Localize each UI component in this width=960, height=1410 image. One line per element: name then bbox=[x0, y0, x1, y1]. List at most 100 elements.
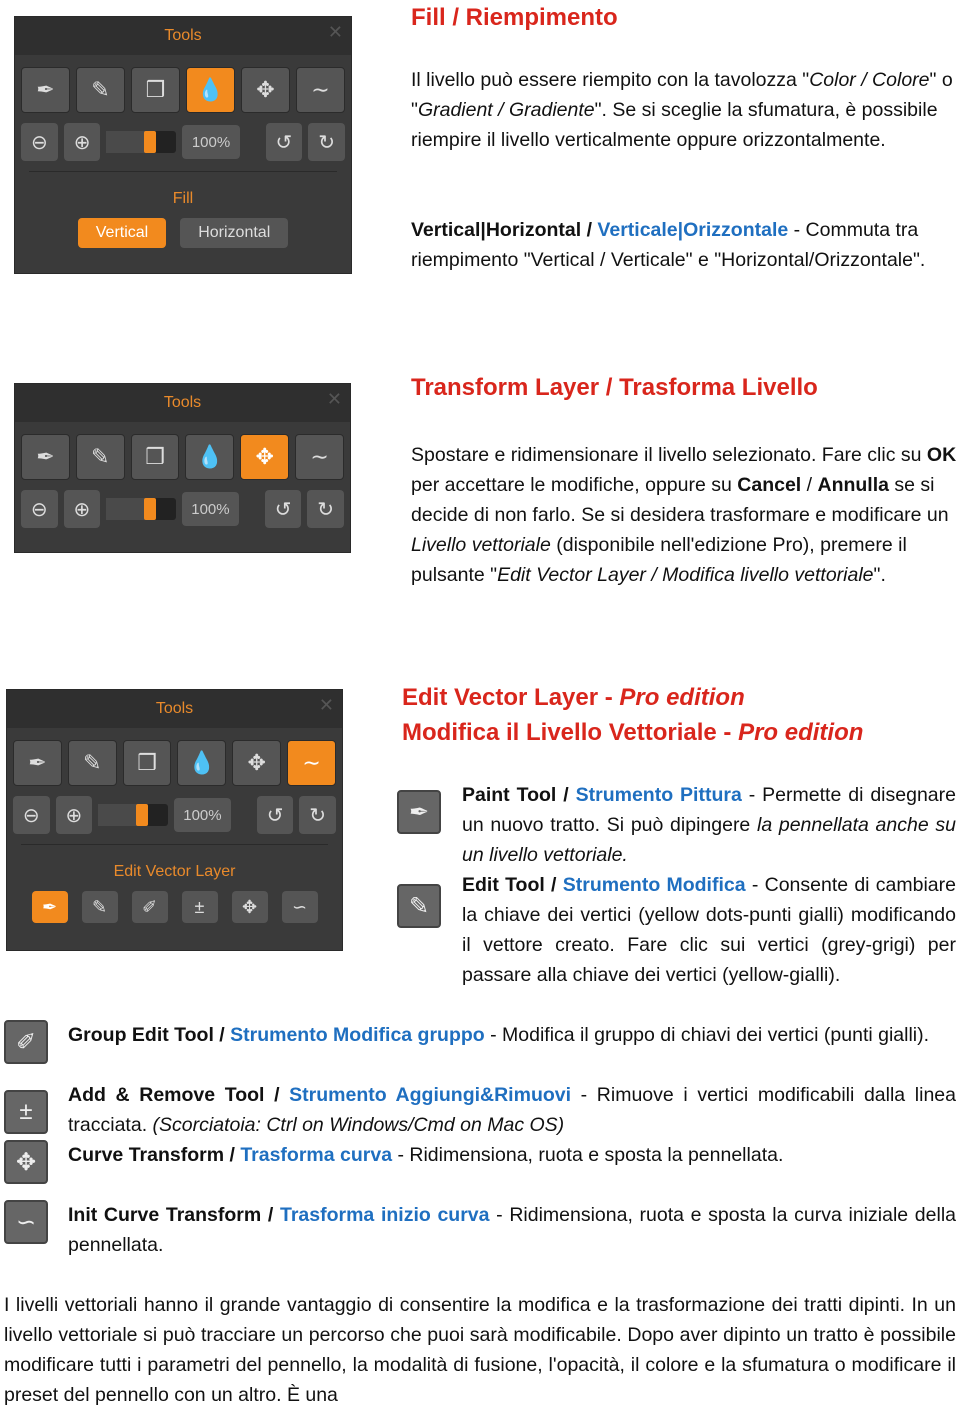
zoom-out-button[interactable]: ⊖ bbox=[13, 796, 50, 834]
horizontal-button[interactable]: Horizontal bbox=[180, 218, 289, 248]
panel-section-title: Fill bbox=[172, 190, 194, 207]
paint-icon: ✒ bbox=[397, 790, 441, 834]
zoom-in-icon: ⊕ bbox=[73, 498, 91, 521]
text-segment: Edit Vector Layer - bbox=[402, 684, 620, 711]
rotate-right-icon: ↻ bbox=[318, 131, 335, 154]
init-curve-button[interactable]: ∽ bbox=[281, 891, 318, 923]
close-icon[interactable]: ✕ bbox=[327, 380, 342, 418]
text-segment: Edit Tool / bbox=[462, 874, 563, 896]
group-edit-button[interactable]: ✐ bbox=[131, 891, 168, 923]
slider-knob[interactable] bbox=[144, 131, 157, 153]
text-segment: Pro edition bbox=[619, 684, 745, 711]
tools-panel-fill: Tools ✕ ✒ ✎ ❒ 💧 ✥ ∼ ⊖ ⊕ 100% ↺ ↻ Fill Vertical Horizont… bbox=[14, 16, 352, 274]
text-segment: Livello vettoriale bbox=[411, 534, 551, 556]
fill-drop-icon: 💧 bbox=[196, 444, 224, 469]
layers-button[interactable]: ❒ bbox=[131, 67, 180, 113]
add-remove-icon: ± bbox=[194, 896, 205, 917]
curve-button[interactable]: ∼ bbox=[287, 740, 336, 786]
rotate-left-button[interactable]: ↺ bbox=[265, 123, 303, 161]
zoom-row: ⊖ ⊕ 100% ↺ ↻ bbox=[15, 123, 351, 161]
text-segment: Pro edition bbox=[738, 719, 864, 746]
rotate-left-button[interactable]: ↺ bbox=[264, 490, 302, 528]
zoom-percent-button[interactable]: 100% bbox=[182, 125, 240, 159]
rotate-right-icon: ↻ bbox=[309, 804, 327, 827]
slider-knob[interactable] bbox=[144, 498, 157, 520]
transform-description: Spostare e ridimensionare il livello sel… bbox=[411, 440, 959, 590]
transform-icon: ✥ bbox=[247, 750, 266, 775]
close-icon[interactable]: ✕ bbox=[328, 13, 343, 51]
text-segment: Strumento Aggiungi&Rimuovi bbox=[289, 1084, 572, 1106]
curve-transform-button[interactable]: ✥ bbox=[231, 891, 268, 923]
rotate-right-button[interactable]: ↻ bbox=[299, 796, 336, 834]
panel-section-row: ✒ ✎ ✐ ± ✥ ∽ bbox=[7, 891, 342, 923]
curve-icon: ∼ bbox=[310, 444, 329, 469]
panel-title: Tools ✕ bbox=[15, 384, 350, 422]
panel-section-row: Vertical Horizontal bbox=[15, 218, 351, 248]
brush-icon: ✒ bbox=[36, 77, 55, 102]
tool-description: Edit Tool / Strumento Modifica - Consent… bbox=[462, 870, 956, 990]
fill-drop-icon: 💧 bbox=[196, 77, 225, 102]
curve-button[interactable]: ∼ bbox=[295, 434, 344, 480]
add-remove-button[interactable]: ± bbox=[181, 891, 218, 923]
edit-pen-button[interactable]: ✎ bbox=[81, 891, 118, 923]
transform-button[interactable]: ✥ bbox=[241, 67, 290, 113]
text-segment: Init Curve Transform / bbox=[68, 1204, 280, 1226]
fill-drop-button[interactable]: 💧 bbox=[186, 67, 235, 113]
text-segment: Il livello può essere riempito con la ta… bbox=[411, 69, 810, 91]
text-segment: - Modifica il gruppo di chiavi dei verti… bbox=[484, 1024, 930, 1046]
rotate-left-button[interactable]: ↺ bbox=[256, 796, 294, 834]
brush-button[interactable]: ✒ bbox=[13, 740, 62, 786]
text-segment: Modifica il Livello Vettoriale - bbox=[402, 719, 739, 746]
zoom-in-icon: ⊕ bbox=[65, 804, 83, 827]
zoom-in-button[interactable]: ⊕ bbox=[63, 123, 101, 161]
text-segment: Trasforma inizio curva bbox=[279, 1204, 490, 1226]
zoom-in-button[interactable]: ⊕ bbox=[55, 796, 93, 834]
transform-icon: ✥ bbox=[256, 77, 275, 102]
close-icon[interactable]: ✕ bbox=[319, 686, 334, 724]
pencil-button[interactable]: ✎ bbox=[75, 434, 125, 480]
rotate-right-button[interactable]: ↻ bbox=[308, 123, 345, 161]
zoom-out-button[interactable]: ⊖ bbox=[21, 490, 58, 528]
layers-button[interactable]: ❒ bbox=[122, 740, 172, 786]
transform-button[interactable]: ✥ bbox=[240, 434, 290, 480]
vertical-button[interactable]: Vertical bbox=[77, 218, 167, 248]
layers-icon: ❒ bbox=[145, 444, 165, 469]
rotate-left-icon: ↺ bbox=[266, 804, 284, 827]
paint-button[interactable]: ✒ bbox=[31, 891, 68, 923]
transform-button[interactable]: ✥ bbox=[232, 740, 282, 786]
slider-knob[interactable] bbox=[136, 804, 149, 826]
fill-drop-button[interactable]: 💧 bbox=[185, 434, 235, 480]
fill-drop-button[interactable]: 💧 bbox=[177, 740, 227, 786]
group-edit-icon: ✐ bbox=[4, 1020, 48, 1064]
zoom-slider[interactable] bbox=[106, 131, 177, 153]
slider-fill bbox=[106, 498, 149, 520]
text-segment: Curve Transform / bbox=[68, 1144, 241, 1166]
transform-heading: Transform Layer / Trasforma Livello bbox=[411, 374, 818, 401]
zoom-slider[interactable] bbox=[98, 804, 168, 826]
rotate-right-button[interactable]: ↻ bbox=[307, 490, 344, 528]
divider bbox=[29, 171, 337, 172]
paint-icon: ✒ bbox=[41, 896, 58, 917]
tool-description: Add & Remove Tool / Strumento Aggiungi&R… bbox=[68, 1080, 956, 1140]
tool-row: ✒ ✎ ❒ 💧 ✥ ∼ bbox=[7, 740, 342, 786]
panel-title-text: Tools bbox=[164, 27, 202, 44]
tool-description: Curve Transform / Trasforma curva - Ridi… bbox=[68, 1140, 956, 1170]
layers-button[interactable]: ❒ bbox=[130, 434, 180, 480]
tools-panel-transform: Tools ✕ ✒ ✎ ❒ 💧 ✥ ∼ ⊖ ⊕ 100% ↺ ↻ bbox=[14, 383, 351, 553]
text-segment: Add & Remove Tool / bbox=[68, 1084, 290, 1106]
zoom-in-button[interactable]: ⊕ bbox=[63, 490, 101, 528]
zoom-percent-button[interactable]: 100% bbox=[173, 798, 232, 832]
brush-icon: ✒ bbox=[28, 750, 47, 775]
brush-button[interactable]: ✒ bbox=[21, 67, 70, 113]
pencil-icon: ✎ bbox=[83, 750, 102, 775]
zoom-slider[interactable] bbox=[106, 498, 176, 520]
zoom-out-button[interactable]: ⊖ bbox=[21, 123, 58, 161]
pencil-button[interactable]: ✎ bbox=[76, 67, 125, 113]
zoom-percent-button[interactable]: 100% bbox=[181, 492, 240, 526]
curve-button[interactable]: ∼ bbox=[296, 67, 345, 113]
pencil-button[interactable]: ✎ bbox=[67, 740, 117, 786]
edit-pen-icon: ✎ bbox=[397, 884, 441, 928]
edit-pen-icon: ✎ bbox=[91, 896, 108, 917]
brush-button[interactable]: ✒ bbox=[21, 434, 70, 480]
slider-fill bbox=[106, 131, 149, 153]
